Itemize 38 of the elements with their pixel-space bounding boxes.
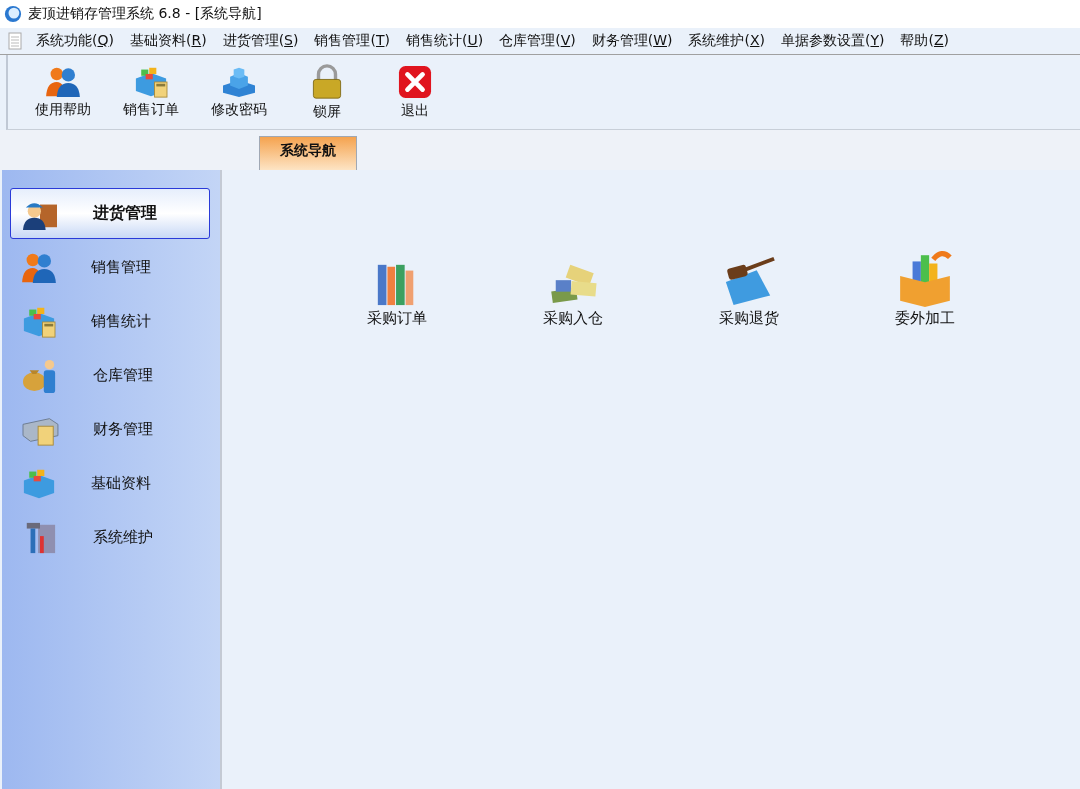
menu-item[interactable]: 仓库管理(V)	[491, 30, 584, 52]
menu-item[interactable]: 系统功能(Q)	[28, 30, 122, 52]
menu-grip-icon	[8, 32, 22, 50]
stacked-box-icon	[221, 65, 257, 98]
sidebar-item[interactable]: 财务管理	[10, 404, 210, 455]
window-title: 麦顶进销存管理系统 6.8 - [系统导航]	[28, 5, 262, 23]
nav-shortcut[interactable]: 采购退货	[714, 248, 784, 328]
sidebar-item[interactable]: 仓库管理	[10, 350, 210, 401]
padlock-icon	[310, 63, 344, 100]
toolbar-button[interactable]: 销售订单	[112, 63, 190, 121]
sidebar-item[interactable]: 销售管理	[10, 242, 210, 293]
menu-item[interactable]: 进货管理(S)	[214, 30, 307, 52]
menu-item[interactable]: 帮助(Z)	[892, 30, 957, 52]
tab[interactable]: 系统导航	[259, 136, 357, 170]
nav-shortcut[interactable]: 采购订单	[362, 248, 432, 328]
menu-item[interactable]: 单据参数设置(Y)	[773, 30, 893, 52]
app-logo-icon	[4, 5, 22, 23]
box-with-calculator-icon	[21, 305, 57, 338]
sidebar-item[interactable]: 销售统计	[10, 296, 210, 347]
toolbar-button[interactable]: 退出	[376, 62, 454, 122]
toolbar-button[interactable]: 使用帮助	[24, 63, 102, 121]
menu-item[interactable]: 销售管理(T)	[306, 30, 398, 52]
sidebar-item[interactable]: 系统维护	[10, 512, 210, 563]
sidebar-item[interactable]: 基础资料	[10, 458, 210, 509]
people-icon	[21, 251, 57, 284]
toolbar-button[interactable]: 锁屏	[288, 61, 366, 123]
close-icon	[398, 64, 432, 99]
nav-shortcut[interactable]: 委外加工	[890, 248, 960, 328]
sidebar-item[interactable]: 进货管理	[10, 188, 210, 239]
nav-shortcut[interactable]: 采购入仓	[538, 248, 608, 328]
toolbar-button[interactable]: 修改密码	[200, 63, 278, 121]
people-icon	[45, 65, 81, 98]
box-with-blocks-icon	[21, 467, 57, 500]
menu-item[interactable]: 系统维护(X)	[680, 30, 773, 52]
box-with-calculator-icon	[133, 65, 169, 98]
menu-item[interactable]: 财务管理(W)	[583, 30, 681, 52]
menu-item[interactable]: 基础资料(R)	[121, 30, 215, 52]
menu-item[interactable]: 销售统计(U)	[397, 30, 492, 52]
